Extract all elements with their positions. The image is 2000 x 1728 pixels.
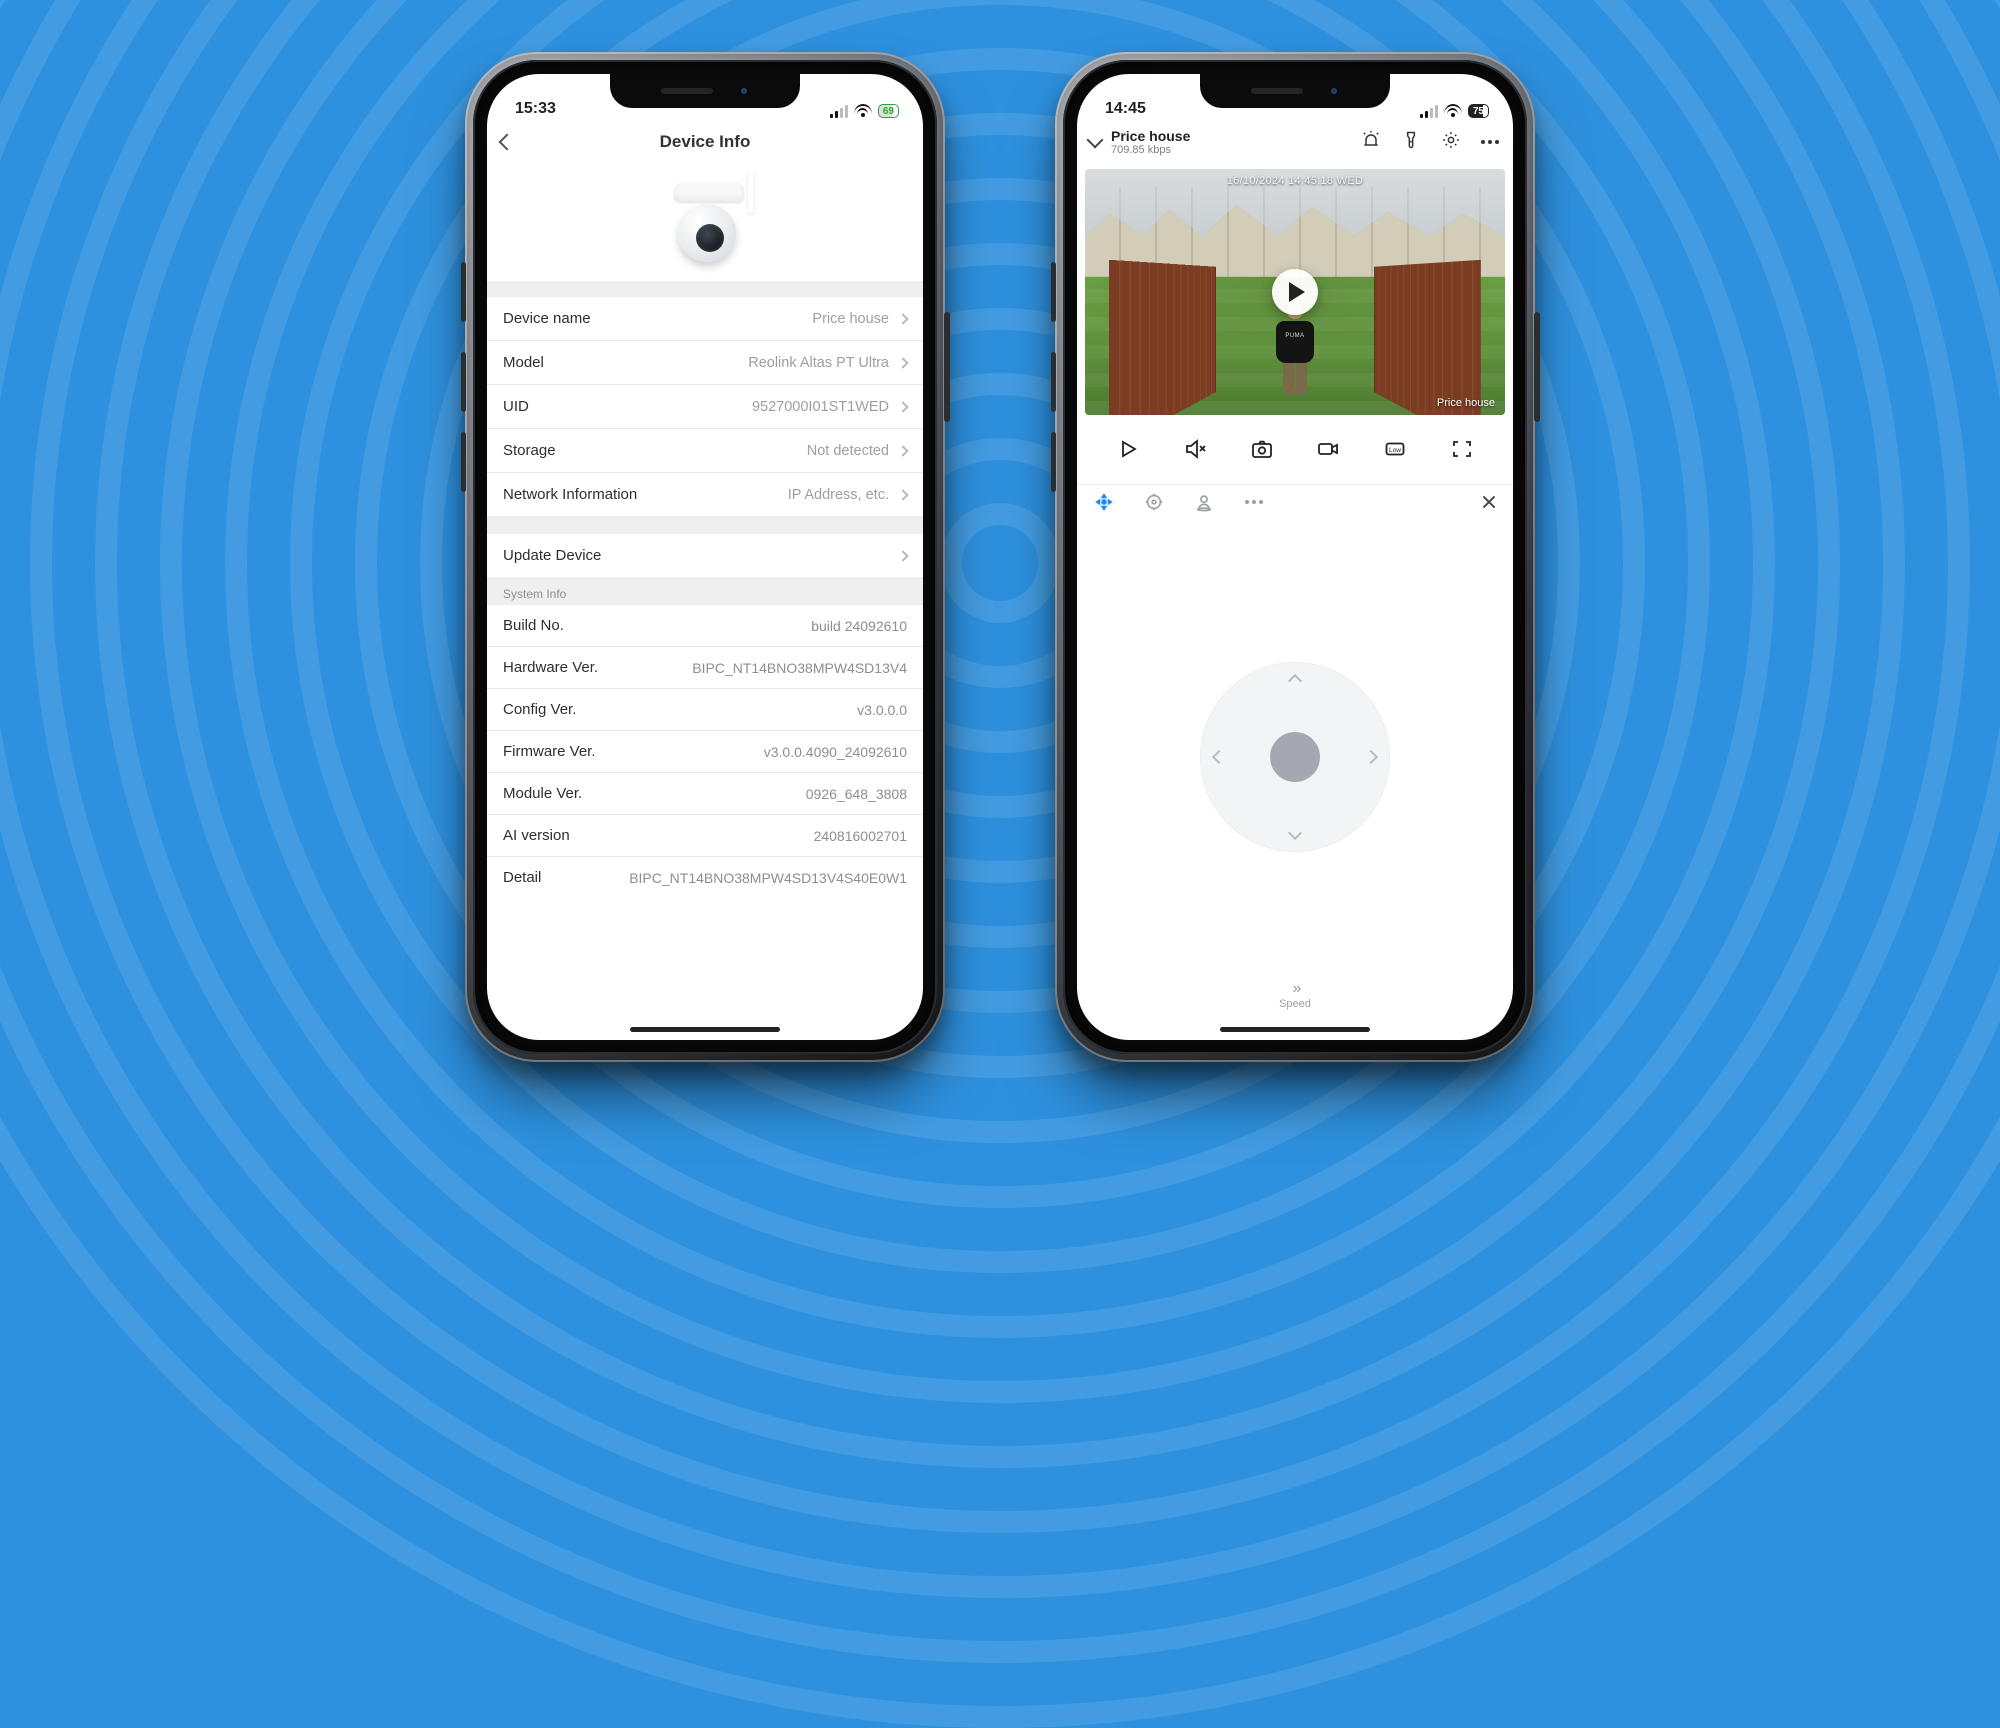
system-info-header: System Info — [487, 577, 923, 605]
ptz-right-icon[interactable] — [1364, 750, 1378, 764]
more-icon[interactable] — [1481, 140, 1499, 144]
bitrate: 709.85 kbps — [1111, 144, 1351, 157]
row-build-no: Build No. build 24092610 — [487, 605, 923, 646]
live-preview[interactable]: 16/10/2024 14:45:18 WED Price house — [1085, 169, 1505, 415]
row-config-ver: Config Ver. v3.0.0.0 — [487, 688, 923, 730]
person-in-frame — [1275, 303, 1315, 395]
close-icon[interactable] — [1481, 494, 1497, 510]
title-bar: Price house 709.85 kbps — [1077, 122, 1513, 165]
home-indicator[interactable] — [630, 1027, 780, 1032]
row-network[interactable]: Network Information IP Address, etc. — [487, 472, 923, 516]
row-module-ver: Module Ver. 0926_648_3808 — [487, 772, 923, 814]
phone-right: 14:45 75 Price house 709.85 kbps — [1055, 52, 1535, 1062]
row-uid[interactable]: UID 9527000I01ST1WED — [487, 384, 923, 428]
ptz-down-icon[interactable] — [1288, 826, 1302, 840]
section-gap — [487, 516, 923, 534]
ptz-up-icon[interactable] — [1288, 674, 1302, 688]
device-attributes: Device name Price house Model Reolink Al… — [487, 297, 923, 516]
mute-icon[interactable] — [1183, 437, 1207, 466]
ptz-knob[interactable] — [1270, 732, 1320, 782]
chevron-right-icon — [897, 489, 908, 500]
ptz-joystick[interactable] — [1200, 662, 1390, 852]
device-image — [487, 162, 923, 297]
battery-indicator: 69 — [878, 104, 899, 118]
record-icon[interactable] — [1316, 437, 1340, 466]
battery-indicator: 75 — [1468, 104, 1489, 118]
camera-selector[interactable]: Price house 709.85 kbps — [1111, 128, 1351, 157]
row-detail: Detail BIPC_NT14BNO38MPW4SD13V4S40E0W1 — [487, 856, 923, 898]
wifi-icon — [854, 104, 872, 118]
nav-bar: Device Info — [487, 122, 923, 162]
fast-forward-icon: » — [1077, 980, 1513, 998]
chevron-right-icon — [897, 445, 908, 456]
svg-text:Low: Low — [1389, 447, 1401, 454]
row-ai-version: AI version 240816002701 — [487, 814, 923, 856]
row-model[interactable]: Model Reolink Altas PT Ultra — [487, 340, 923, 384]
chevron-right-icon — [897, 550, 908, 561]
quality-low-icon[interactable]: Low — [1383, 437, 1407, 466]
row-hardware-ver: Hardware Ver. BIPC_NT14BNO38MPW4SD13V4 — [487, 646, 923, 688]
siren-icon[interactable] — [1361, 130, 1381, 155]
row-update-device[interactable]: Update Device — [487, 534, 923, 577]
row-value: Price house — [812, 311, 889, 327]
snapshot-icon[interactable] — [1250, 437, 1274, 466]
wifi-icon — [1444, 104, 1462, 118]
play-button[interactable] — [1272, 269, 1318, 315]
chevron-right-icon — [897, 401, 908, 412]
home-indicator[interactable] — [1220, 1027, 1370, 1032]
patrol-icon[interactable] — [1193, 491, 1215, 513]
ptz-icon[interactable] — [1093, 491, 1115, 513]
status-time: 15:33 — [515, 100, 556, 118]
chevron-down-icon[interactable] — [1087, 132, 1104, 149]
flashlight-icon[interactable] — [1401, 130, 1421, 155]
cell-signal-icon — [830, 105, 848, 118]
play-icon[interactable] — [1116, 437, 1140, 466]
system-info-list: Build No. build 24092610 Hardware Ver. B… — [487, 605, 923, 898]
notch — [610, 74, 800, 108]
chevron-right-icon — [897, 313, 908, 324]
notch — [1200, 74, 1390, 108]
row-device-name[interactable]: Device name Price house — [487, 297, 923, 340]
overlay-camera-name: Price house — [1437, 397, 1495, 409]
row-label: Device name — [503, 310, 812, 327]
speed-label: Speed — [1077, 998, 1513, 1010]
ptz-area — [1077, 525, 1513, 966]
phone-left: 15:33 69 Device Info — [465, 52, 945, 1062]
gear-icon[interactable] — [1441, 130, 1461, 155]
row-storage[interactable]: Storage Not detected — [487, 428, 923, 472]
chevron-right-icon — [897, 357, 908, 368]
fullscreen-icon[interactable] — [1450, 437, 1474, 466]
cell-signal-icon — [1420, 105, 1438, 118]
preset-point-icon[interactable] — [1143, 491, 1165, 513]
page-title: Device Info — [487, 132, 923, 152]
overlay-timestamp: 16/10/2024 14:45:18 WED — [1227, 175, 1364, 187]
camera-name: Price house — [1111, 128, 1351, 144]
status-time: 14:45 — [1105, 100, 1146, 118]
row-firmware-ver: Firmware Ver. v3.0.0.4090_24092610 — [487, 730, 923, 772]
ptz-left-icon[interactable] — [1212, 750, 1226, 764]
ptz-toolbar — [1077, 484, 1513, 525]
playback-controls: Low — [1077, 415, 1513, 484]
more-tools-icon[interactable] — [1243, 491, 1265, 513]
